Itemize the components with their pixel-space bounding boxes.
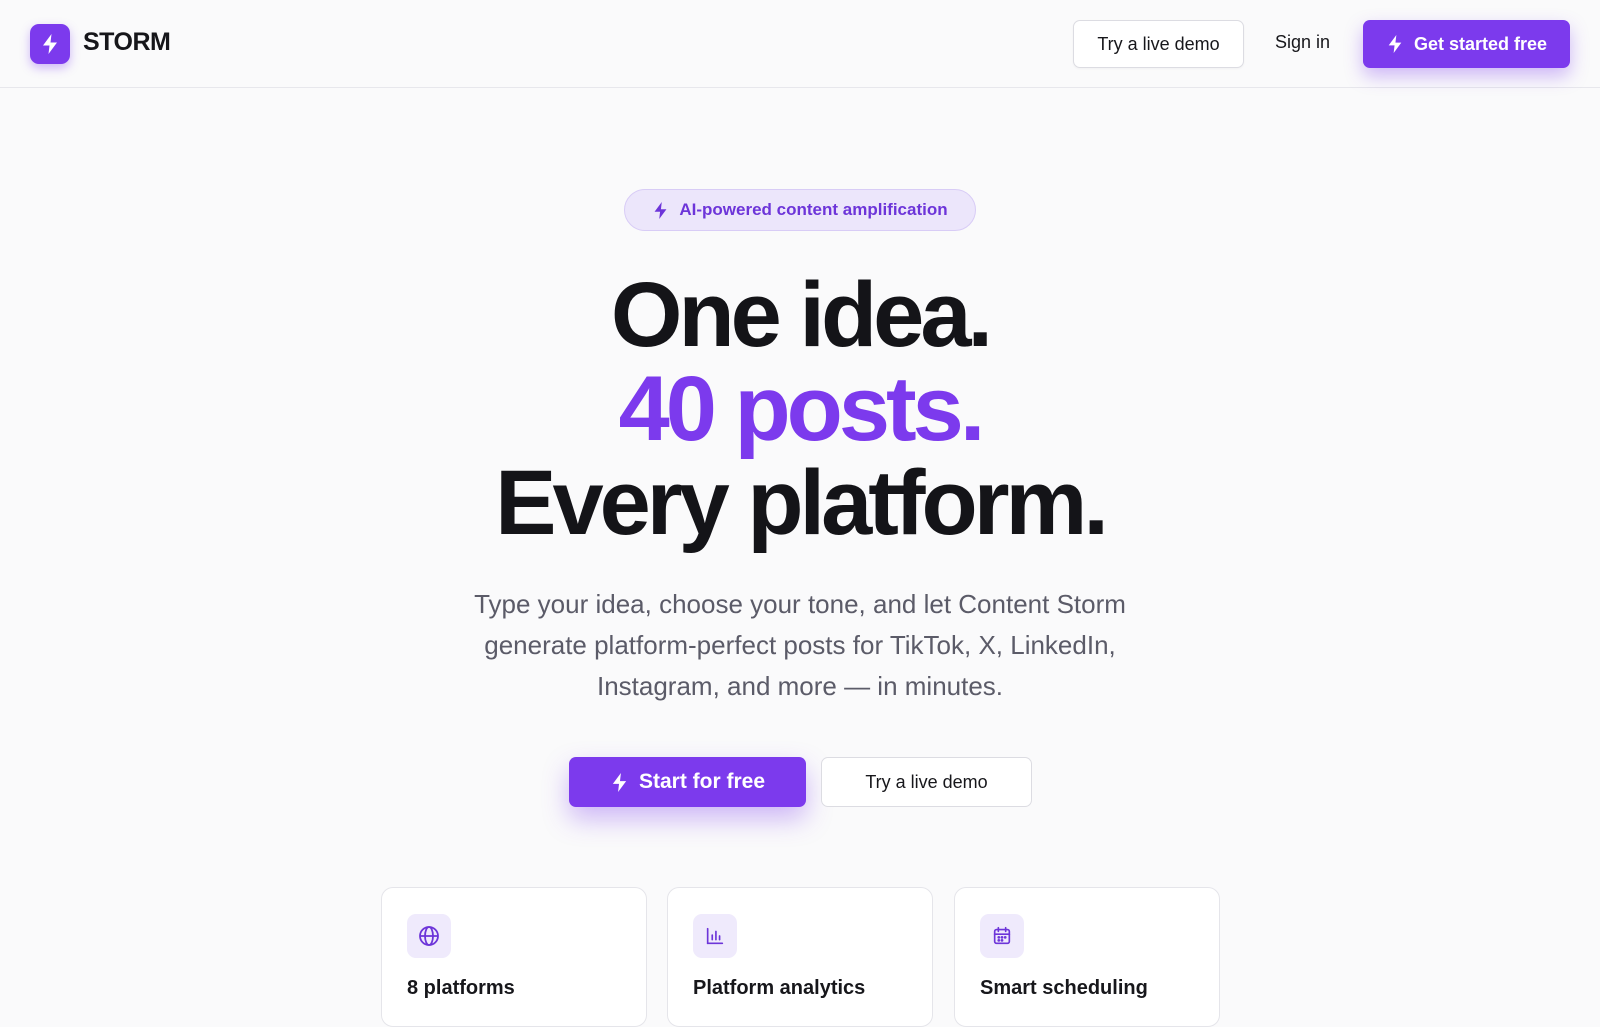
lightning-icon bbox=[654, 201, 667, 219]
sign-in-link[interactable]: Sign in bbox=[1275, 32, 1330, 53]
feature-title: 8 platforms bbox=[407, 977, 515, 999]
get-started-label: Get started free bbox=[1413, 33, 1548, 54]
try-demo-button[interactable]: Try a live demo bbox=[1073, 20, 1244, 68]
headline-line-2: 40 posts. bbox=[618, 358, 986, 460]
feature-card-scheduling: Smart scheduling bbox=[954, 887, 1220, 1027]
logo-mark[interactable] bbox=[30, 24, 70, 64]
bar-chart-icon bbox=[693, 914, 737, 958]
get-started-button[interactable]: Get started free bbox=[1363, 20, 1570, 68]
feature-card-analytics: Platform analytics bbox=[667, 887, 933, 1027]
start-free-button[interactable]: Start for free bbox=[569, 757, 806, 807]
feature-title: Platform analytics bbox=[693, 977, 866, 999]
hero-subtitle: Type your idea, choose your tone, and le… bbox=[474, 589, 1126, 701]
lightning-icon bbox=[612, 772, 627, 792]
logo-text[interactable]: STORM bbox=[83, 28, 171, 57]
feature-badge: AI-powered content amplification bbox=[624, 189, 976, 231]
headline-line-1: One idea. bbox=[610, 264, 993, 366]
headline-line-3: Every platform. bbox=[495, 452, 1109, 554]
feature-title: Smart scheduling bbox=[980, 977, 1148, 999]
start-free-label: Start for free bbox=[638, 770, 766, 793]
top-nav: STORM Try a live demo Sign in Get starte… bbox=[0, 0, 1600, 88]
hero-headline: One idea. 40 posts. Every platform. bbox=[0, 268, 1600, 550]
globe-icon bbox=[407, 914, 451, 958]
try-live-demo-button[interactable]: Try a live demo bbox=[821, 757, 1032, 807]
badge-text: AI-powered content amplification bbox=[679, 200, 948, 219]
lightning-icon bbox=[1388, 35, 1402, 53]
lightning-icon bbox=[43, 34, 57, 54]
feature-card-platforms: 8 platforms bbox=[381, 887, 647, 1027]
calendar-icon bbox=[980, 914, 1024, 958]
